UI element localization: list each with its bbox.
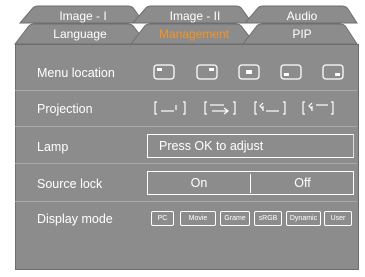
tab-management[interactable]: Management (144, 27, 244, 41)
lamp-label: Lamp (37, 140, 69, 154)
tab-image-1[interactable]: Image - I (38, 9, 128, 23)
source-lock-label: Source lock (37, 177, 103, 191)
tab-image-2[interactable]: Image - II (150, 9, 240, 23)
bottom-right-position-icon[interactable] (322, 64, 344, 80)
tab-pip[interactable]: PIP (258, 27, 346, 41)
lamp-adjust-field[interactable]: Press OK to adjust (147, 134, 354, 158)
projection-options (154, 101, 334, 115)
row-divider (15, 201, 357, 202)
display-mode-label: Display mode (37, 212, 113, 226)
menu-location-options (153, 64, 344, 80)
top-right-position-icon[interactable] (196, 64, 218, 80)
row-divider (15, 90, 357, 91)
tab-bar (13, 5, 358, 45)
projection-label: Projection (37, 102, 93, 116)
front-ceiling-projection-icon[interactable] (254, 101, 286, 115)
tab-language[interactable]: Language (30, 27, 130, 41)
display-mode-dynamic-button[interactable]: Dynamic (286, 211, 321, 226)
display-mode-srgb-button[interactable]: sRGB (254, 211, 282, 226)
display-mode-grame-button[interactable]: Grame (220, 211, 250, 226)
toggle-divider (250, 174, 251, 193)
lamp-adjust-text: Press OK to adjust (159, 139, 264, 153)
row-divider (15, 126, 357, 127)
rear-desktop-projection-icon[interactable] (204, 101, 236, 115)
display-mode-movie-button[interactable]: Movie (180, 211, 216, 226)
top-left-position-icon[interactable] (153, 64, 175, 80)
projector-osd-menu: Image - I Image - II Audio Language Mana… (0, 0, 365, 277)
bottom-left-position-icon[interactable] (280, 64, 302, 80)
rear-ceiling-projection-icon[interactable] (302, 101, 334, 115)
source-lock-off-option[interactable]: Off (252, 176, 353, 190)
front-desktop-projection-icon[interactable] (154, 101, 186, 115)
display-mode-user-button[interactable]: User (324, 211, 352, 226)
center-position-icon[interactable] (238, 64, 260, 80)
menu-location-label: Menu location (37, 66, 115, 80)
source-lock-toggle: On Off (147, 171, 354, 195)
tab-audio[interactable]: Audio (262, 9, 342, 23)
source-lock-on-option[interactable]: On (148, 176, 250, 190)
row-divider (15, 163, 357, 164)
display-mode-pc-button[interactable]: PC (151, 211, 174, 226)
